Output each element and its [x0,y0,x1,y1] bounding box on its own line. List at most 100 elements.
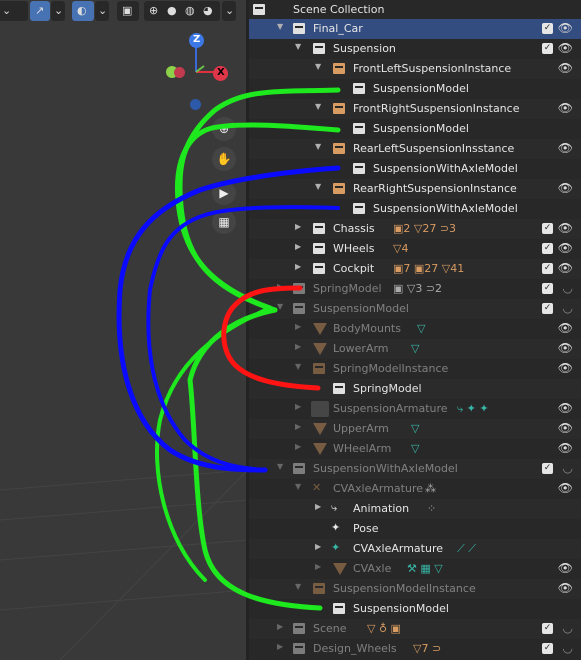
disclosure-triangle-icon[interactable]: ▼ [277,302,283,311]
eye-icon[interactable]: 👁 [558,221,573,235]
outliner-row-suspensionwithaxle-1[interactable]: SuspensionWithAxleModel [249,159,581,179]
outliner-row-chassis[interactable]: ▶ Chassis ▣2 ▽27 ⊃3 ✓ 👁 [249,219,581,239]
disclosure-triangle-icon[interactable]: ▶ [315,542,321,551]
outliner-row-suspensionmodel-1[interactable]: SuspensionModel [249,79,581,99]
checkbox-icon[interactable]: ✓ [542,463,553,474]
outliner-row-suspension[interactable]: ▼ Suspension ✓ 👁 [249,39,581,59]
eye-hidden-icon[interactable]: ◡ [563,301,573,315]
outliner-row-springmodel[interactable]: ▶ SpringModel ▣ ▽3 ⊃2 ✓ ◡ [249,279,581,299]
checkbox-icon[interactable]: ✓ [542,223,553,234]
outliner-row-suspensionwithaxle-2[interactable]: SuspensionWithAxleModel [249,199,581,219]
outliner-row-suspensionmodel-collection[interactable]: ▼ SuspensionModel ✓ ◡ [249,299,581,319]
outliner-row-frontleft-instance[interactable]: ▼ FrontLeftSuspensionInstance 👁 [249,59,581,79]
eye-icon[interactable]: 👁 [558,341,573,355]
eye-icon[interactable]: 👁 [558,321,573,335]
disclosure-triangle-icon[interactable]: ▶ [295,262,301,271]
neg-x-ball[interactable] [174,67,185,78]
disclosure-triangle-icon[interactable]: ▶ [295,442,301,451]
outliner-row-springmodelinstance[interactable]: ▼ SpringModelInstance 👁 [249,359,581,379]
pan-hand-icon[interactable]: ✋ [212,147,236,171]
disclosure-triangle-icon[interactable]: ▶ [277,622,283,631]
checkbox-icon[interactable]: ✓ [542,283,553,294]
disclosure-triangle-icon[interactable]: ▼ [295,582,301,591]
outliner-row-cvaxlearmature-data[interactable]: ▶ ✦ CVAxleArmature ⟋ ⟋ [249,539,581,559]
disclosure-triangle-icon[interactable]: ▼ [295,362,301,371]
outliner-row-upperarm[interactable]: ▶ UpperArm ▽ 👁 [249,419,581,439]
outliner-row-design-wheels[interactable]: ▶ Design_Wheels ▽7 ⊃ ✓ ◡ [249,639,581,659]
disclosure-triangle-icon[interactable]: ▼ [315,102,321,111]
outliner-row-scene-collection[interactable]: Scene Collection [249,0,581,20]
eye-icon[interactable]: 👁 [558,61,573,75]
eye-icon[interactable]: 👁 [558,141,573,155]
outliner-row-final-car[interactable]: ▼ Final_Car ✓ 👁 [249,19,581,39]
disclosure-triangle-icon[interactable]: ▼ [295,42,301,51]
outliner-row-bodymounts[interactable]: ▶ BodyMounts ▽ 👁 [249,319,581,339]
eye-icon[interactable]: 👁 [558,261,573,275]
disclosure-triangle-icon[interactable]: ▶ [277,642,283,651]
outliner-row-lowerarm[interactable]: ▶ LowerArm ▽ 👁 [249,339,581,359]
grid-toggle-icon[interactable]: ▦ [212,210,236,234]
outliner-row-springmodel-child[interactable]: SpringModel [249,379,581,399]
disclosure-triangle-icon[interactable]: ▶ [315,562,321,571]
disclosure-triangle-icon[interactable]: ▼ [315,142,321,151]
eye-icon[interactable]: 👁 [558,561,573,575]
outliner-row-wheels[interactable]: ▶ WHeels ▽4 ✓ 👁 [249,239,581,259]
outliner-row-suspensionarmature[interactable]: ▶ SuspensionArmature ⤷ ✦ ✦ 👁 [249,399,581,419]
disclosure-triangle-icon[interactable]: ▼ [295,482,301,491]
checkbox-icon[interactable]: ✓ [542,263,553,274]
eye-hidden-icon[interactable]: ◡ [563,641,573,655]
eye-icon[interactable]: 👁 [558,101,573,115]
eye-icon[interactable]: 👁 [558,481,573,495]
eye-hidden-icon[interactable]: ◡ [563,281,573,295]
outliner-row-cvaxlearmature[interactable]: ▼ ✕ CVAxleArmature ⁂ 👁 [249,479,581,499]
3d-viewport[interactable]: ⌄ ↗ ⌄ ◐ ⌄ ▣ ⊕ ● ◍ ◕ ⌄ Z X ⊕ ✋ ▶ ▦ [0,0,248,660]
disclosure-triangle-icon[interactable]: ▶ [295,222,301,231]
disclosure-triangle-icon[interactable]: ▶ [295,402,301,411]
outliner-row-suspensionmodel-2[interactable]: SuspensionModel [249,119,581,139]
outliner-row-wheelarm[interactable]: ▶ WHeelArm ▽ 👁 [249,439,581,459]
eye-icon[interactable]: 👁 [558,41,573,55]
disclosure-triangle-icon[interactable]: ▼ [277,462,283,471]
eye-icon[interactable]: 👁 [558,181,573,195]
checkbox-icon[interactable]: ✓ [542,623,553,634]
eye-hidden-icon[interactable]: ◡ [563,461,573,475]
checkbox-icon[interactable]: ✓ [542,43,553,54]
zoom-tool-icon[interactable]: ⊕ [212,117,236,141]
outliner-row-rearright-instance[interactable]: ▼ RearRightSuspensionInstance 👁 [249,179,581,199]
neg-z-ball[interactable] [190,99,201,110]
disclosure-triangle-icon[interactable]: ▶ [295,342,301,351]
disclosure-triangle-icon[interactable]: ▶ [295,422,301,431]
outliner-row-suspensionmodel-child[interactable]: SuspensionModel [249,599,581,619]
disclosure-triangle-icon[interactable]: ▼ [315,62,321,71]
disclosure-triangle-icon[interactable]: ▶ [295,322,301,331]
disclosure-triangle-icon[interactable]: ▶ [277,282,283,291]
eye-icon[interactable]: 👁 [558,241,573,255]
outliner-row-suspensionwithaxlemodel[interactable]: ▼ SuspensionWithAxleModel ✓ ◡ [249,459,581,479]
disclosure-triangle-icon[interactable]: ▶ [295,242,301,251]
camera-icon[interactable]: ▶ [212,181,236,205]
outliner-row-cvaxle[interactable]: ▶ CVAxle ⚒ ▦ ▽ 👁 [249,559,581,579]
disclosure-triangle-icon[interactable]: ▶ [315,502,321,511]
disclosure-triangle-icon[interactable]: ▼ [315,182,321,191]
outliner-row-animation[interactable]: ▶ ⤷ Animation ⁘ [249,499,581,519]
eye-icon[interactable]: 👁 [558,421,573,435]
eye-icon[interactable]: 👁 [558,441,573,455]
disclosure-triangle-icon[interactable]: ▼ [277,22,283,31]
eye-hidden-icon[interactable]: ◡ [563,621,573,635]
z-axis-ball[interactable]: Z [189,33,204,48]
eye-icon[interactable]: 👁 [558,581,573,595]
checkbox-icon[interactable]: ✓ [542,643,553,654]
outliner-row-rearleft-instance[interactable]: ▼ RearLeftSuspensionInsstance 👁 [249,139,581,159]
outliner-row-pose[interactable]: ✦ Pose [249,519,581,539]
checkbox-icon[interactable]: ✓ [542,23,553,34]
eye-icon[interactable]: 👁 [558,361,573,375]
outliner-row-suspensionmodelinstance[interactable]: ▼ SuspensionModelInstance 👁 [249,579,581,599]
outliner-row-frontright-instance[interactable]: ▼ FrontRightSuspensionInstance 👁 [249,99,581,119]
eye-icon[interactable]: 👁 [558,21,573,35]
outliner-row-scene[interactable]: ▶ Scene ▽ ♁ ▣ ✓ ◡ [249,619,581,639]
outliner-row-cockpit[interactable]: ▶ Cockpit ▣7 ▣27 ▽41 ✓ 👁 [249,259,581,279]
checkbox-icon[interactable]: ✓ [542,243,553,254]
checkbox-icon[interactable]: ✓ [542,303,553,314]
eye-icon[interactable]: 👁 [558,401,573,415]
x-axis-ball[interactable]: X [213,66,228,81]
